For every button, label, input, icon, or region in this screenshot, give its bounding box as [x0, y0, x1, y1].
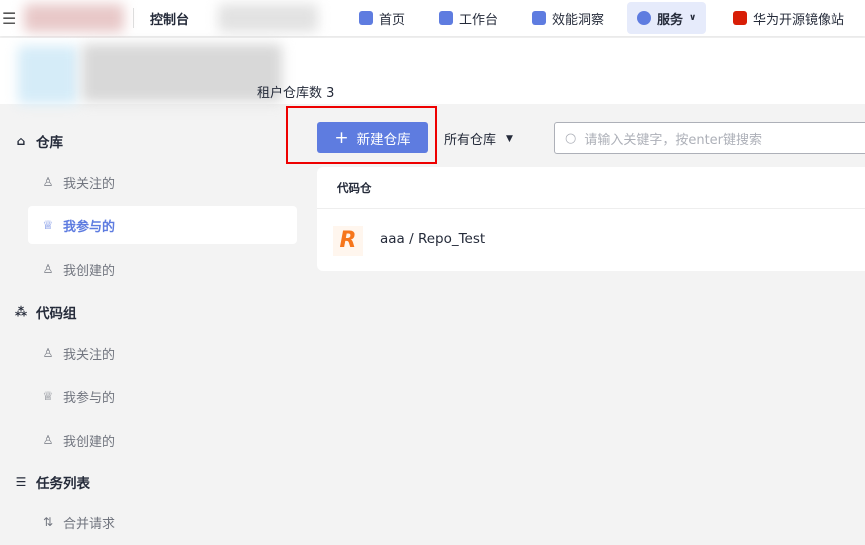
section-title: 任务列表 [36, 476, 90, 492]
repo-list-card: 代码仓 R aaa / Repo_Test [317, 167, 865, 271]
nav-workbench[interactable]: 工作台 [439, 0, 498, 36]
avatar [18, 46, 78, 104]
logo [24, 4, 124, 32]
filter-label: 所有仓库 [444, 133, 497, 148]
users-icon: ♙ [42, 433, 54, 447]
group-tree-icon: ⁂ [14, 305, 28, 319]
sidebar-section-tasks[interactable]: ☰ 任务列表 [14, 472, 90, 492]
repo-icon: R [333, 226, 363, 256]
home-icon [359, 11, 373, 25]
crown-icon: ♕ [42, 218, 54, 232]
service-icon [637, 11, 651, 25]
list-header: 代码仓 [337, 181, 372, 195]
console-link[interactable]: 控制台 [150, 9, 189, 28]
nav-label: 效能洞察 [552, 12, 605, 28]
top-nav-bar: ☰ 控制台 首页 工作台 效能洞察 服务 ∨ 华为开源镜像站 [0, 0, 865, 36]
repo-count-value: 3 [326, 86, 335, 101]
tenant-name [82, 44, 282, 102]
list-icon: ☰ [15, 475, 27, 489]
item-label: 我关注的 [63, 176, 116, 192]
search-input[interactable]: ○ 请输入关键字，按enter键搜索 [554, 122, 865, 154]
nav-mirror[interactable]: 华为开源镜像站 [733, 0, 844, 36]
caret-down-icon: ▼ [506, 133, 513, 144]
repo-count-label: 租户仓库数 [257, 86, 323, 101]
users-icon: ♙ [42, 262, 54, 276]
workbench-icon [439, 11, 453, 25]
tenant-header: 租户仓库数 3 [0, 38, 865, 104]
item-label: 我创建的 [63, 434, 116, 450]
nav-home[interactable]: 首页 [359, 0, 405, 36]
nav-label: 华为开源镜像站 [753, 12, 845, 28]
list-item[interactable]: R aaa / Repo_Test [317, 209, 865, 269]
nav-label: 服务 [657, 12, 684, 28]
search-placeholder: 请输入关键字，按enter键搜索 [584, 132, 763, 148]
sidebar-section-repo[interactable]: ⌂ 仓库 [14, 131, 63, 151]
item-label: 我参与的 [63, 219, 116, 235]
menu-icon[interactable]: ☰ [2, 9, 16, 28]
item-label: 我创建的 [63, 263, 116, 279]
user-follow-icon: ♙ [42, 175, 54, 189]
sidebar-item-group-followed[interactable]: ♙ 我关注的 [28, 334, 297, 372]
sidebar-item-group-created[interactable]: ♙ 我创建的 [28, 421, 297, 459]
nav-label: 工作台 [459, 12, 499, 28]
sidebar-item-repo-created[interactable]: ♙ 我创建的 [28, 250, 297, 288]
sidebar-item-repo-followed[interactable]: ♙ 我关注的 [28, 163, 297, 201]
user-follow-icon: ♙ [42, 346, 54, 360]
repo-filter-dropdown[interactable]: 所有仓库 ▼ [444, 129, 513, 148]
nav-insight[interactable]: 效能洞察 [532, 0, 604, 36]
crown-icon: ♕ [42, 389, 54, 403]
chevron-down-icon: ∨ [689, 13, 697, 23]
region-selector[interactable] [218, 4, 318, 32]
sidebar-item-merge-requests[interactable]: ⇅ 合并请求 [28, 503, 297, 541]
search-icon: ○ [565, 130, 577, 146]
sidebar-item-group-joined[interactable]: ♕ 我参与的 [28, 377, 297, 415]
highlight-box [286, 106, 437, 164]
item-label: 我关注的 [63, 347, 116, 363]
divider [133, 8, 134, 28]
section-title: 仓库 [36, 135, 63, 151]
insight-icon [532, 11, 546, 25]
nav-service[interactable]: 服务 ∨ [627, 2, 707, 34]
repo-name-link[interactable]: aaa / Repo_Test [380, 231, 485, 247]
item-label: 合并请求 [63, 516, 116, 532]
terminal-folder-icon: ⌂ [16, 134, 26, 148]
merge-request-icon: ⇅ [42, 515, 54, 529]
repo-count: 租户仓库数 3 [257, 82, 334, 101]
sidebar-item-repo-joined[interactable]: ♕ 我参与的 [28, 206, 297, 244]
item-label: 我参与的 [63, 390, 116, 406]
section-title: 代码组 [36, 306, 77, 322]
sidebar-section-group[interactable]: ⁂ 代码组 [14, 302, 77, 322]
nav-label: 首页 [379, 12, 406, 28]
mirror-icon [733, 11, 747, 25]
